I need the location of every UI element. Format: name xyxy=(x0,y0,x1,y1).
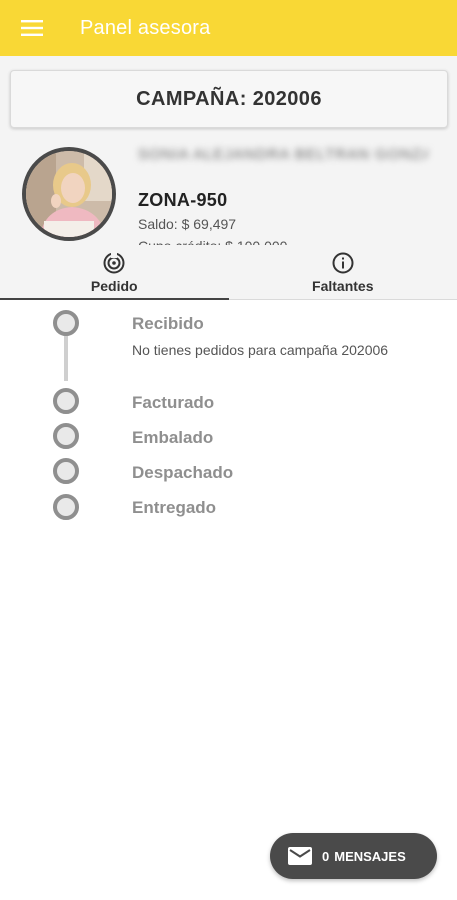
avatar xyxy=(22,147,116,241)
timeline-label-entregado: Entregado xyxy=(132,498,217,517)
timeline-label-despachado: Despachado xyxy=(132,463,234,482)
tab-bar: Pedido Faltantes xyxy=(0,245,457,300)
timeline-node-embalado xyxy=(53,423,79,449)
avatar-photo xyxy=(26,151,112,237)
mail-icon xyxy=(288,847,312,865)
credit-row: Cupo crédito: $ 100,000 xyxy=(138,236,338,245)
timeline-label-embalado: Embalado xyxy=(132,428,214,447)
order-timeline: Recibido No tienes pedidos para campaña … xyxy=(0,301,457,531)
tab-pedido-label: Pedido xyxy=(90,278,138,294)
timeline-label-recibido: Recibido xyxy=(132,314,204,333)
tab-faltantes[interactable]: Faltantes xyxy=(229,245,457,299)
messages-count: 0 xyxy=(322,848,330,864)
saldo-label: Saldo: $ 69,497 xyxy=(138,216,237,232)
app-bar: Panel asesora xyxy=(0,0,457,56)
timeline-label-facturado: Facturado xyxy=(132,393,215,412)
credit-label: Cupo crédito: $ 100,000 xyxy=(138,236,338,245)
zone-label: ZONA-950 xyxy=(138,190,228,210)
tab-active-indicator xyxy=(0,298,229,300)
timeline-node-recibido xyxy=(53,310,79,336)
profile-name: SONIA ALEJANDRA BELTRAN GONZALEZ MERCADO… xyxy=(138,146,428,163)
messages-label: MENSAJES xyxy=(334,848,406,864)
timeline-node-entregado xyxy=(53,494,79,520)
timeline-description: No tienes pedidos para campaña 202006 xyxy=(132,342,389,358)
campaign-label: CAMPAÑA: 202006 xyxy=(136,87,322,110)
target-icon xyxy=(103,251,125,274)
timeline-node-facturado xyxy=(53,388,79,414)
campaign-card: CAMPAÑA: 202006 xyxy=(10,70,448,128)
menu-icon xyxy=(21,20,43,36)
tab-pedido[interactable]: Pedido xyxy=(0,245,229,300)
tab-faltantes-label: Faltantes xyxy=(312,278,374,294)
info-icon xyxy=(332,252,354,274)
timeline-node-despachado xyxy=(53,458,79,484)
menu-button[interactable] xyxy=(0,0,64,56)
app-title: Panel asesora xyxy=(80,16,211,39)
messages-button[interactable]: 0 MENSAJES xyxy=(270,833,437,879)
